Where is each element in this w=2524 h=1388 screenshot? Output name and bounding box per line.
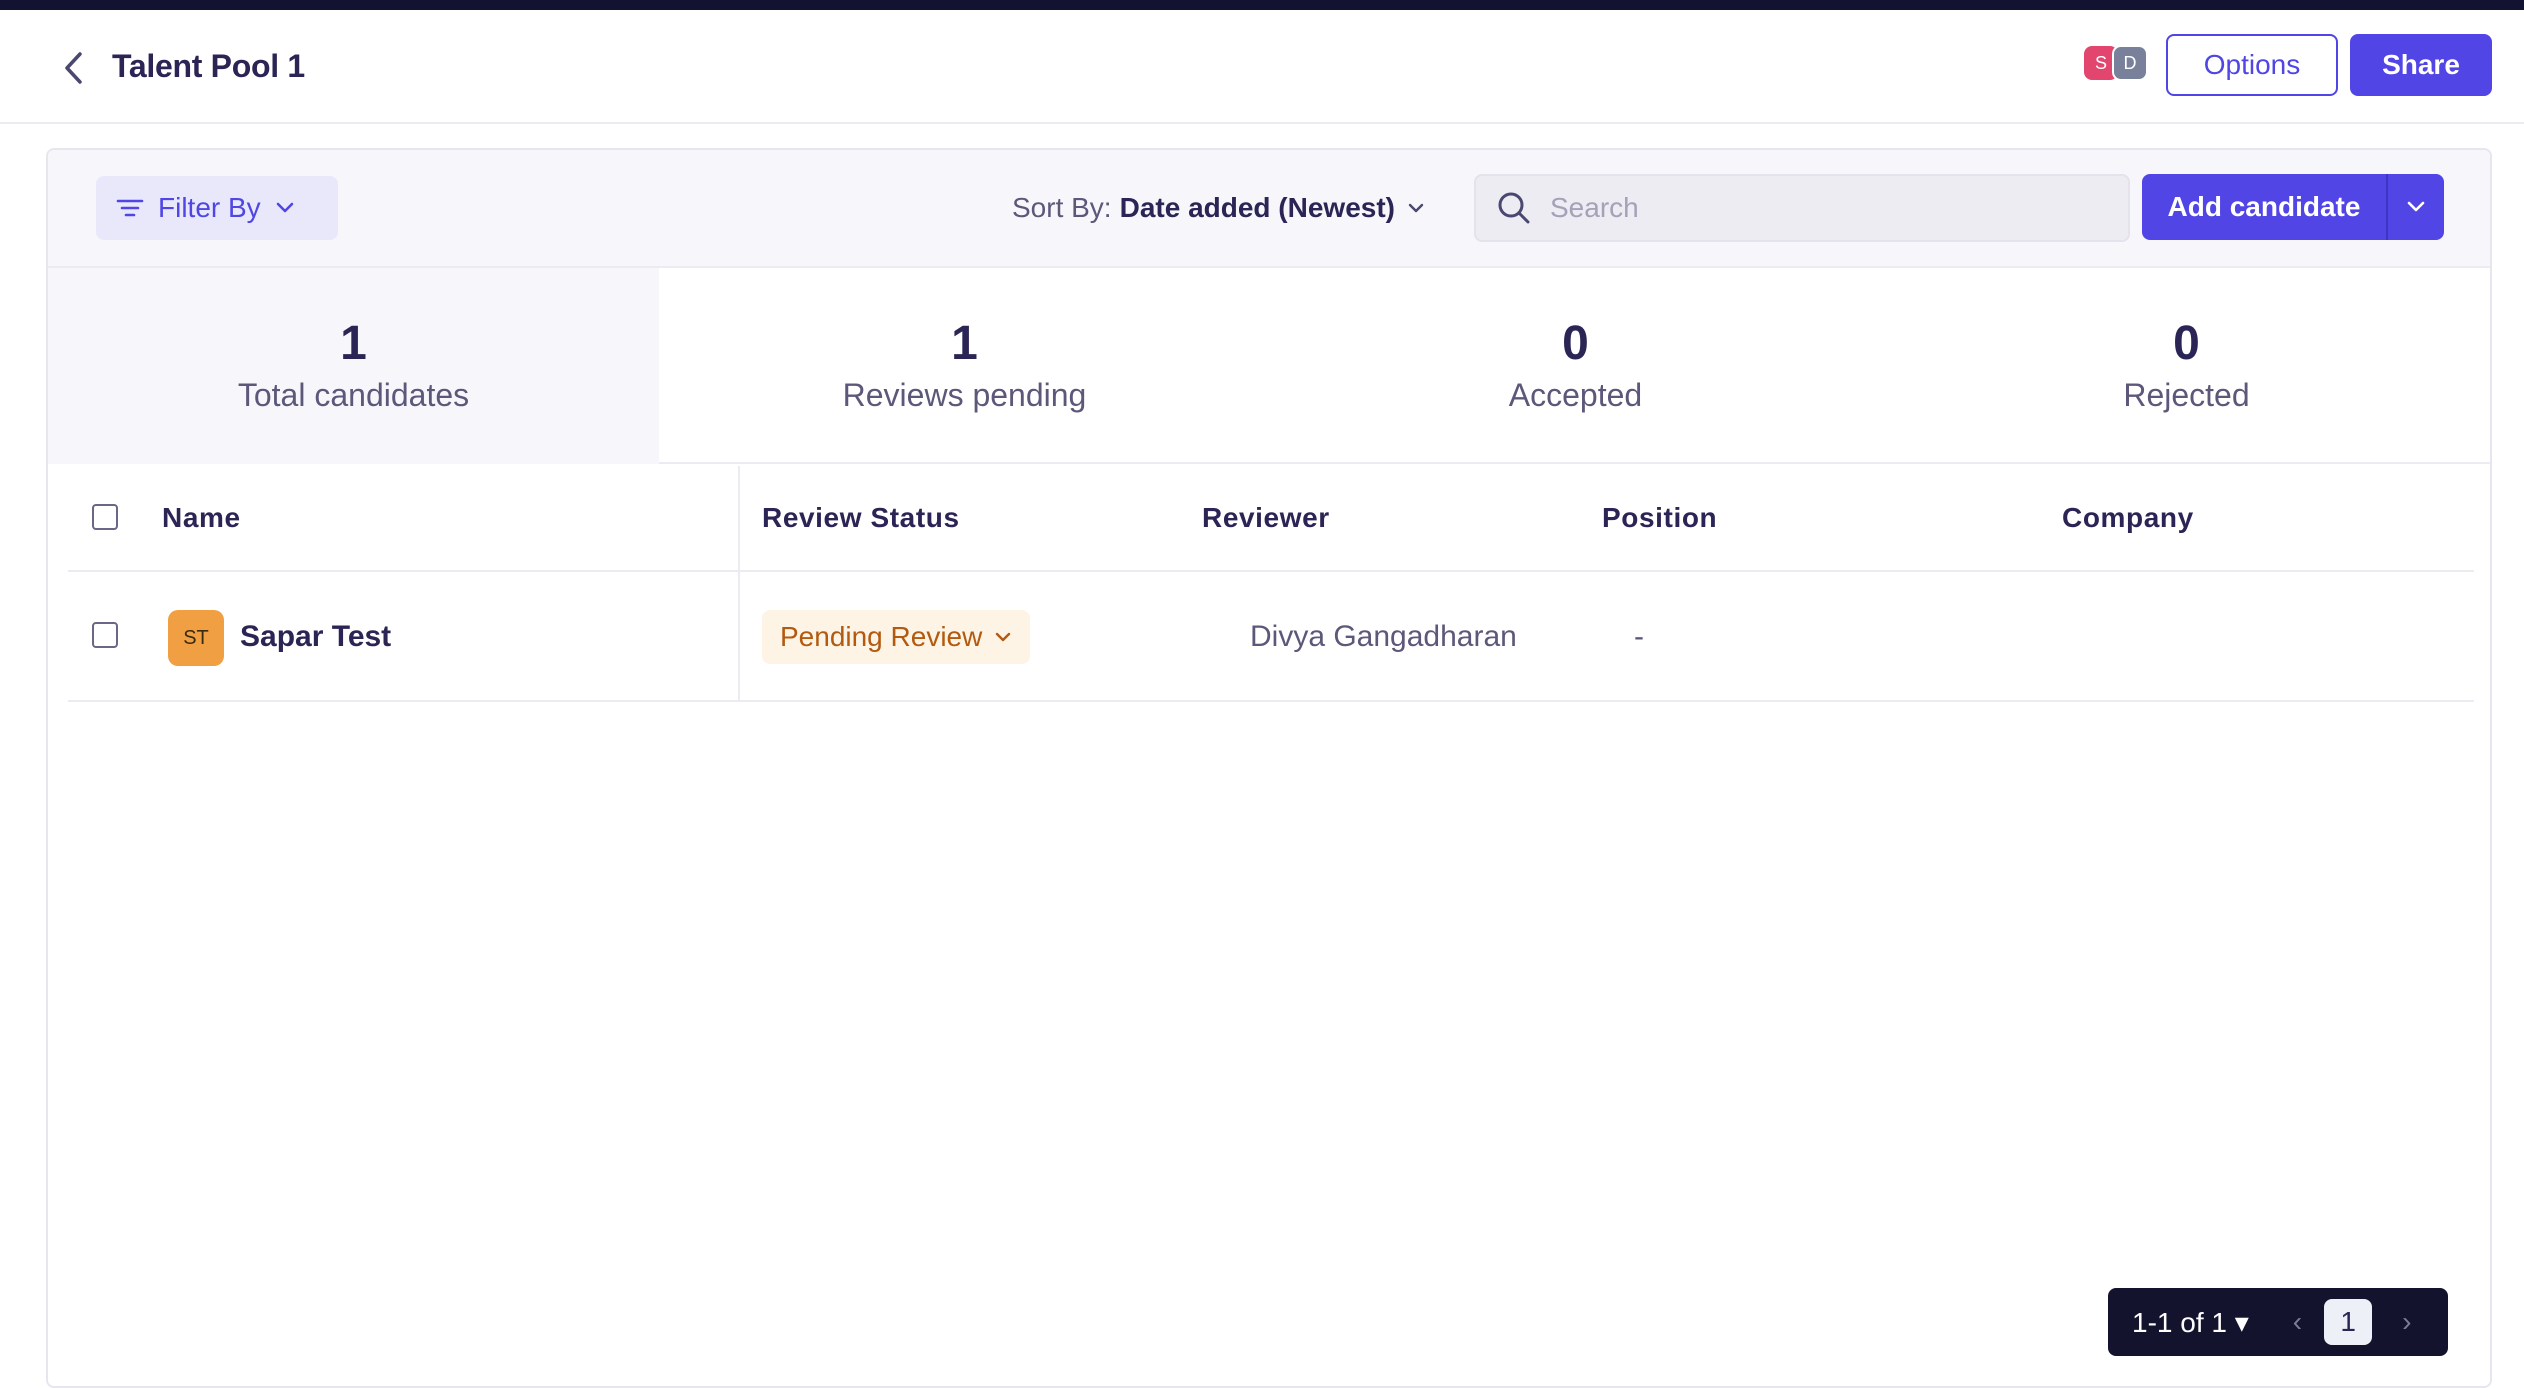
column-header-position[interactable]: Position [1602, 502, 1717, 534]
filter-by-button[interactable]: Filter By [96, 176, 338, 240]
top-accent-bar [0, 0, 2524, 10]
sort-dropdown[interactable]: Sort By: Date added (Newest) [1012, 176, 1425, 240]
sort-label: Sort By: [1012, 192, 1112, 223]
page-range-selector[interactable]: 1-1 of 1 ▾ [2132, 1306, 2249, 1339]
search-icon [1498, 192, 1530, 224]
table-row[interactable]: ST Sapar Test Pending Review Divya Ganga… [68, 572, 2474, 702]
stat-count: 1 [340, 317, 367, 371]
toolbar: Filter By Sort By: Date added (Newest) A… [48, 150, 2490, 268]
add-candidate-dropdown-button[interactable] [2388, 174, 2444, 240]
stat-reviews-pending[interactable]: 1 Reviews pending [659, 268, 1270, 464]
filter-by-label: Filter By [158, 192, 261, 223]
add-candidate-button[interactable]: Add candidate [2142, 174, 2388, 240]
chevron-down-icon [2407, 201, 2425, 212]
page-title: Talent Pool 1 [112, 48, 305, 84]
avatar: ST [168, 610, 224, 666]
page-number-button[interactable]: 1 [2324, 1299, 2373, 1345]
row-checkbox[interactable] [92, 622, 118, 648]
avatar[interactable]: D [2112, 45, 2148, 81]
stat-label: Reviews pending [842, 376, 1087, 413]
pagination: 1-1 of 1 ▾ ‹ 1 › [2108, 1288, 2448, 1356]
search-input[interactable] [1550, 192, 2110, 224]
add-candidate-split-button: Add candidate [2142, 174, 2444, 240]
review-status-label: Pending Review [780, 621, 983, 652]
stat-total-candidates[interactable]: 1 Total candidates [48, 268, 659, 464]
review-status-dropdown[interactable]: Pending Review [762, 610, 1031, 664]
chevron-down-icon [1407, 202, 1425, 214]
column-header-review-status[interactable]: Review Status [762, 502, 960, 534]
column-header-reviewer[interactable]: Reviewer [1202, 502, 1330, 534]
candidate-name[interactable]: Sapar Test [240, 620, 391, 654]
chevron-down-icon [994, 631, 1012, 643]
stat-count: 1 [951, 317, 978, 371]
stat-count: 0 [2173, 317, 2200, 371]
stat-rejected[interactable]: 0 Rejected [1881, 268, 2490, 464]
column-header-company[interactable]: Company [2062, 502, 2194, 534]
candidate-position: - [1634, 620, 1644, 653]
stat-label: Rejected [2123, 376, 2250, 413]
select-all-checkbox[interactable] [92, 504, 118, 530]
page-header: Talent Pool 1 S D Options Share [0, 10, 2524, 124]
back-button[interactable] [52, 46, 96, 90]
candidates-panel: Filter By Sort By: Date added (Newest) A… [46, 148, 2492, 1388]
share-button[interactable]: Share [2350, 34, 2492, 96]
stat-label: Accepted [1508, 376, 1643, 413]
next-page-icon[interactable]: › [2402, 1306, 2411, 1338]
reviewer-name: Divya Gangadharan [1250, 620, 1517, 653]
column-divider [738, 572, 740, 700]
options-button[interactable]: Options [2166, 34, 2338, 96]
column-divider [738, 466, 740, 570]
previous-page-icon[interactable]: ‹ [2293, 1306, 2302, 1338]
stat-accepted[interactable]: 0 Accepted [1270, 268, 1881, 464]
collaborator-avatars[interactable]: S D [2084, 45, 2150, 84]
table-header: Name Review Status Reviewer Position Com… [68, 466, 2474, 572]
sort-value: Date added (Newest) [1119, 192, 1395, 223]
filter-icon [116, 199, 144, 217]
candidates-table: Name Review Status Reviewer Position Com… [68, 466, 2474, 702]
stat-label: Total candidates [237, 376, 470, 413]
search-box [1474, 174, 2130, 242]
chevron-left-icon [65, 52, 82, 84]
stat-count: 0 [1562, 317, 1589, 371]
chevron-down-icon [275, 201, 295, 215]
stats-tabs: 1 Total candidates 1 Reviews pending 0 A… [48, 268, 2490, 464]
column-header-name[interactable]: Name [162, 502, 241, 534]
